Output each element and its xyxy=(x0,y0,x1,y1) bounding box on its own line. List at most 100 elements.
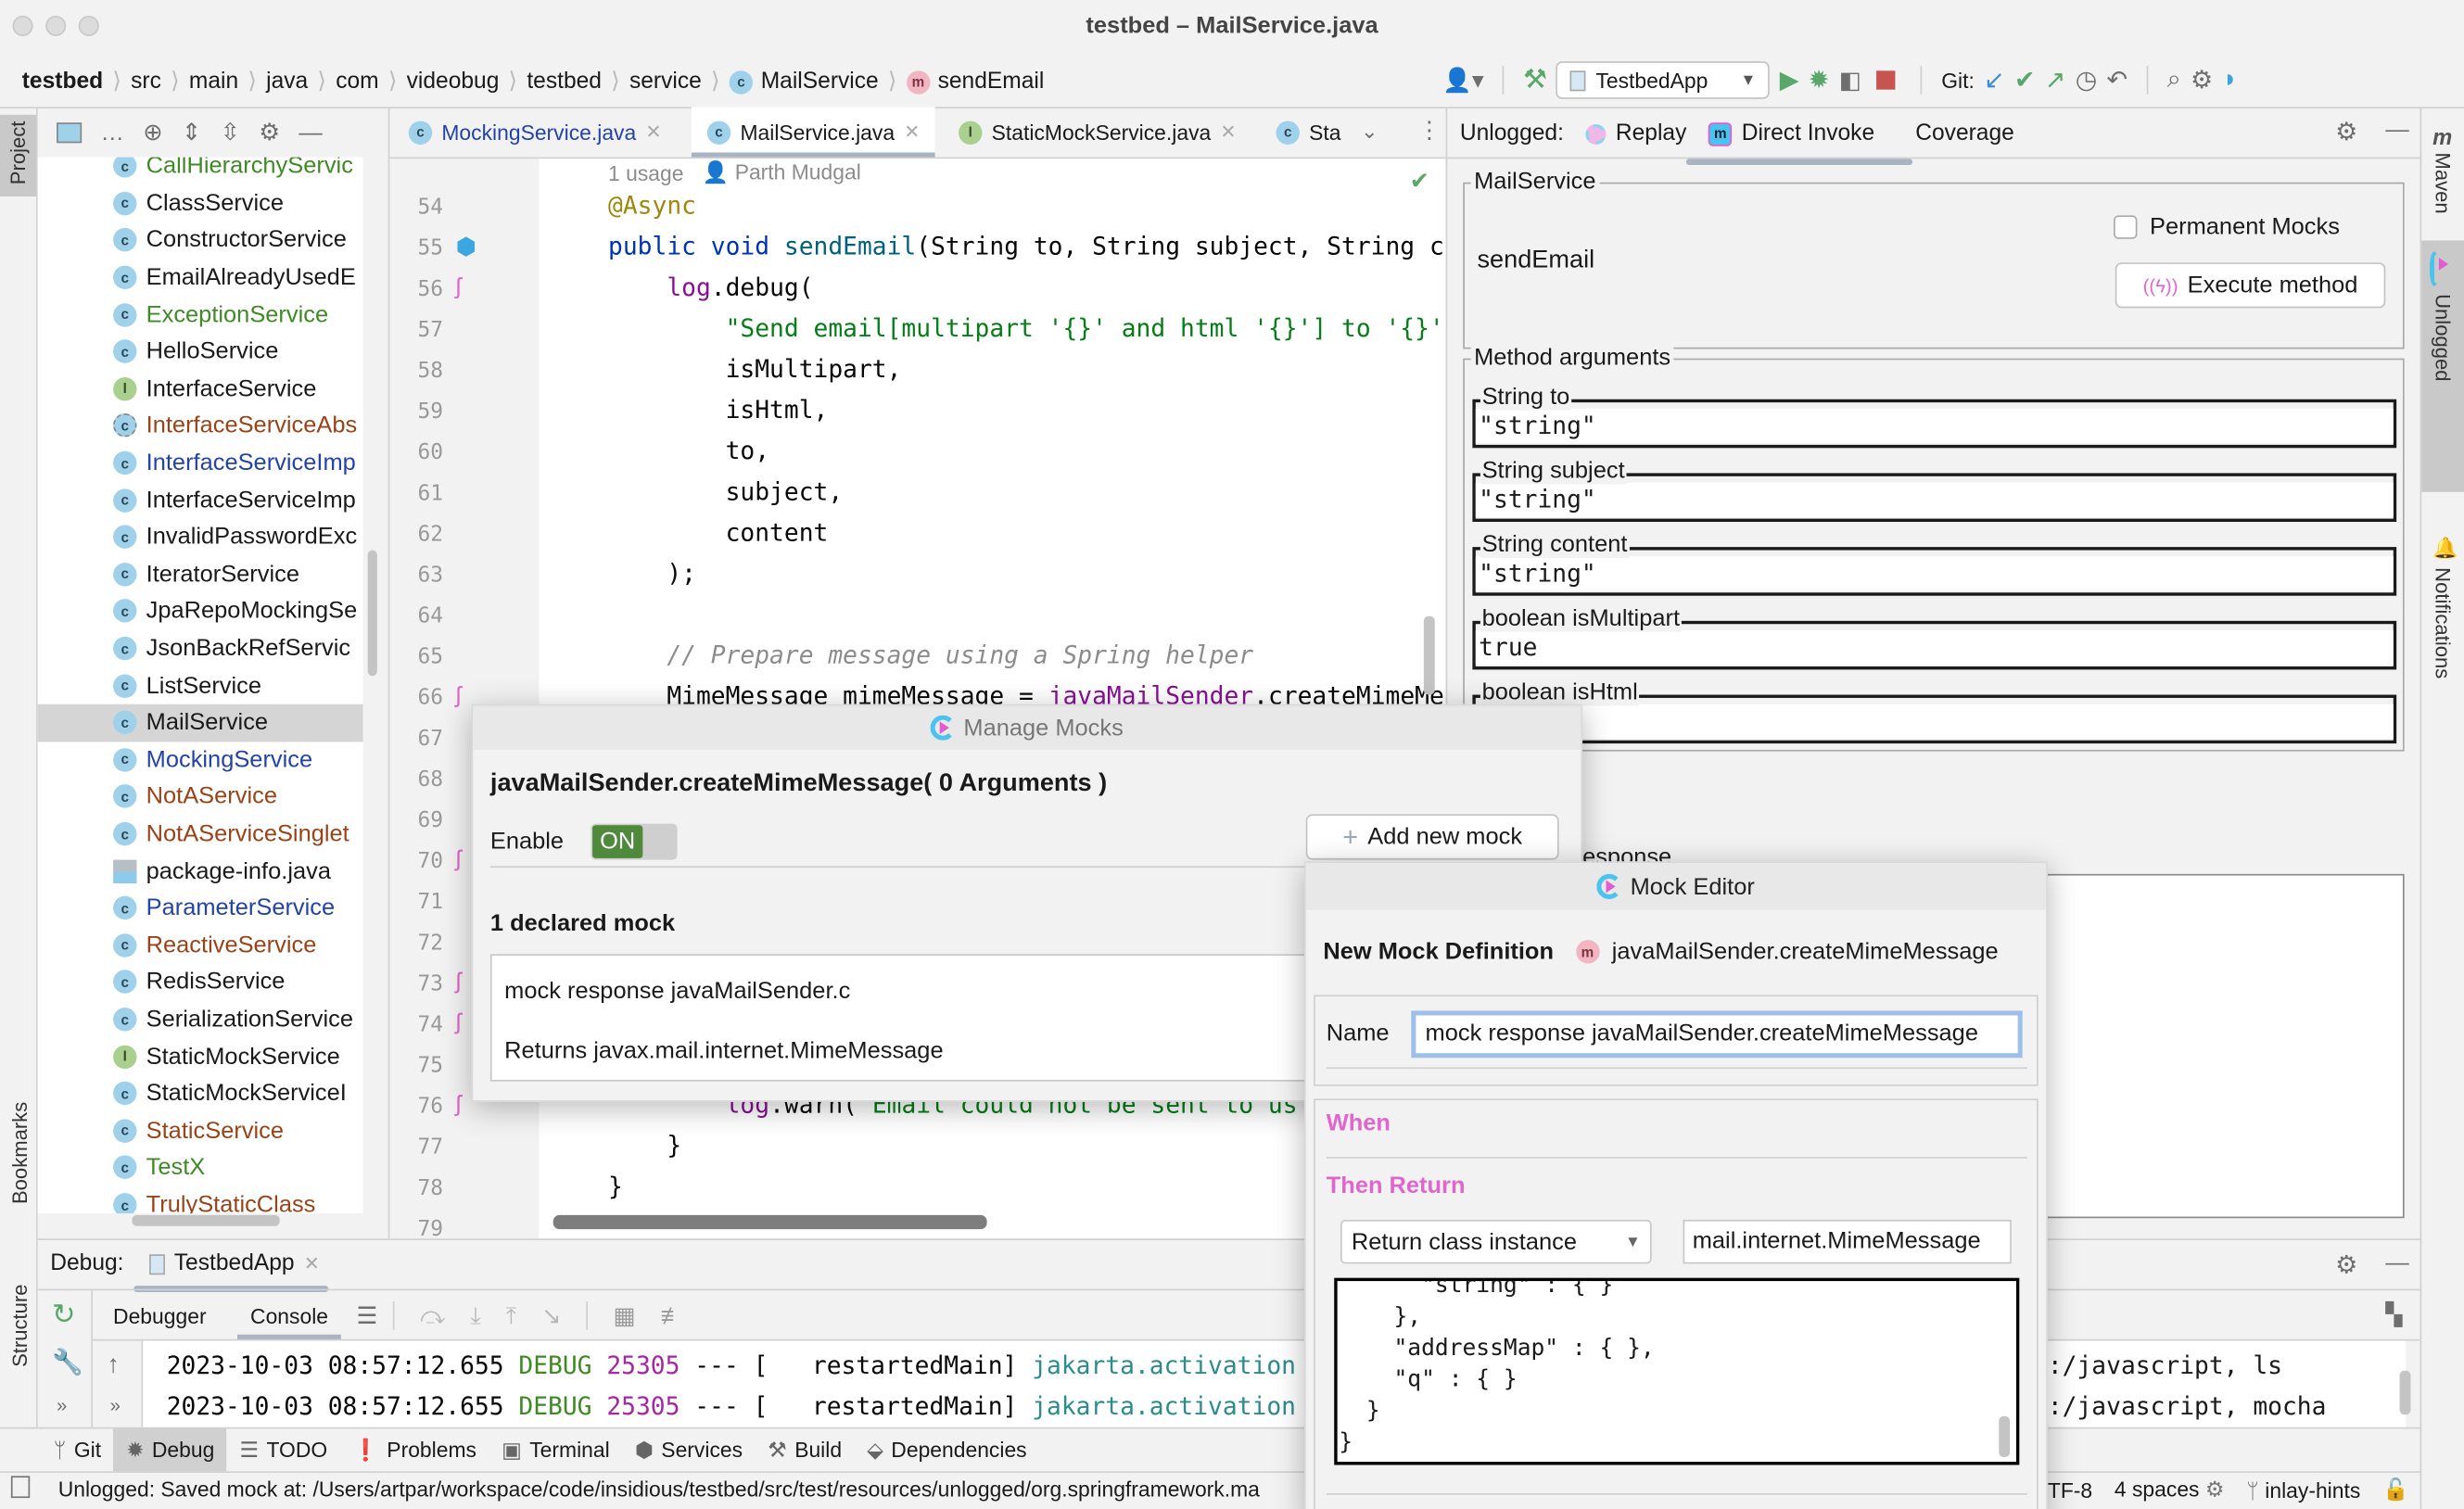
step-out-icon[interactable]: ⤒ xyxy=(506,1302,516,1329)
tree-item[interactable]: c MockingService xyxy=(113,742,363,779)
lock-icon[interactable]: 🔓 xyxy=(2382,1477,2409,1503)
tree-item[interactable]: c HelloService xyxy=(113,334,363,371)
gear-icon[interactable]: ⚙ xyxy=(259,118,280,146)
unlogged-probe-icon[interactable]: ʃ xyxy=(456,969,462,995)
notifications-tool-button[interactable]: Notifications xyxy=(2431,567,2454,678)
tab-replay[interactable]: Replay xyxy=(1585,121,1686,146)
more-vertical-icon[interactable]: ⋮ xyxy=(1417,116,1441,145)
rollback-icon[interactable]: ↶ xyxy=(2107,65,2128,96)
minimize-icon[interactable]: — xyxy=(2385,1249,2408,1276)
maven-tool-button[interactable]: Maven xyxy=(2431,152,2454,213)
locate-icon[interactable]: ⊕ xyxy=(143,118,162,146)
json-scrollbar[interactable] xyxy=(1999,1415,2011,1458)
project-view-icon[interactable] xyxy=(57,121,83,143)
gear-icon[interactable]: ⚙ xyxy=(2335,116,2357,147)
threads-icon[interactable]: ☰ xyxy=(357,1301,378,1330)
tab-direct-invoke[interactable]: m Direct Invoke xyxy=(1686,121,1912,166)
tree-item[interactable]: c NotAServiceSinglet xyxy=(113,816,363,853)
argument-value-input[interactable] xyxy=(1475,704,2394,740)
up-arrow-icon[interactable]: ↑ xyxy=(107,1351,120,1380)
debug-bug-icon[interactable]: ✹ xyxy=(1809,65,1830,96)
run-to-cursor-icon[interactable]: ↘ xyxy=(541,1301,561,1330)
tool-window-debug[interactable]: ✹ Debug xyxy=(113,1428,227,1472)
tab-coverage[interactable]: Coverage xyxy=(1915,121,2014,146)
argument-value-input[interactable]: true xyxy=(1475,630,2394,666)
tree-vertical-scrollbar[interactable] xyxy=(367,550,377,677)
execute-method-button[interactable]: ((ϟ)) Execute method xyxy=(2115,262,2386,309)
popup-title-bar[interactable]: Mock Editor xyxy=(1305,862,2047,910)
step-over-icon[interactable]: ⤼ xyxy=(420,1302,445,1329)
jetbrains-logo-icon[interactable]: ◗ xyxy=(2223,66,2238,95)
close-icon[interactable]: ✕ xyxy=(304,1253,320,1275)
tree-item[interactable]: c IteratorService xyxy=(113,556,363,593)
code-vision-inlay[interactable]: 1 usage 👤 Parth Mudgal xyxy=(608,159,861,187)
user-icon[interactable]: 👤▾ xyxy=(1442,66,1483,95)
search-icon[interactable]: ⌕ xyxy=(2167,66,2181,95)
tool-window-problems[interactable]: ❗ Problems xyxy=(340,1428,489,1472)
tree-item[interactable]: c ClassService xyxy=(113,184,363,222)
minimize-icon[interactable]: — xyxy=(2385,116,2408,143)
unlogged-probe-icon[interactable]: ʃ xyxy=(456,1091,462,1118)
indent-widget[interactable]: 4 spaces ⚙ xyxy=(2115,1477,2225,1503)
layout-icon[interactable]: ▚ xyxy=(2385,1301,2402,1328)
tree-item[interactable]: c TrulyStaticClass xyxy=(113,1186,363,1214)
tree-item[interactable]: c InterfaceServiceImp xyxy=(113,445,363,482)
unlogged-probe-icon[interactable]: ʃ xyxy=(456,1009,462,1036)
tree-item[interactable]: c SerializationService xyxy=(113,1001,363,1038)
breadcrumb-item[interactable]: testbed xyxy=(527,70,602,95)
breadcrumb-item[interactable]: testbed xyxy=(22,70,103,95)
more-actions-icon[interactable]: » xyxy=(57,1394,67,1416)
more-actions-icon[interactable]: » xyxy=(110,1394,121,1416)
tab-console[interactable]: Console xyxy=(237,1294,341,1341)
add-new-mock-button[interactable]: + Add new mock xyxy=(1305,814,1559,860)
unlogged-probe-icon[interactable]: ʃ xyxy=(456,682,462,709)
debug-session-tab[interactable]: TestbedApp ✕ xyxy=(133,1251,330,1292)
tool-window-services[interactable]: ⬢ Services xyxy=(622,1428,755,1472)
tree-horizontal-scrollbar[interactable] xyxy=(132,1214,280,1226)
unlogged-probe-icon[interactable]: ʃ xyxy=(456,845,462,872)
breadcrumb-item[interactable]: service xyxy=(629,70,702,95)
breadcrumb-item[interactable]: main xyxy=(189,70,238,95)
rerun-icon[interactable]: ↻ xyxy=(52,1299,76,1332)
console-scrollbar[interactable] xyxy=(2399,1370,2411,1415)
history-icon[interactable]: ◷ xyxy=(2076,65,2098,96)
usages-hint[interactable]: 1 usage xyxy=(608,161,683,184)
unlogged-probe-icon[interactable]: ʃ xyxy=(456,273,462,300)
gear-icon[interactable]: ⚙ xyxy=(2335,1249,2357,1281)
breadcrumb-item[interactable]: java xyxy=(266,70,308,95)
return-type-select[interactable]: Return class instance ▼ xyxy=(1340,1219,1652,1264)
collapse-all-icon[interactable]: ⇳ xyxy=(221,118,240,146)
bookmarks-tool-button[interactable]: Bookmarks xyxy=(7,1102,31,1204)
breadcrumb-item[interactable]: src xyxy=(131,70,161,95)
structure-tool-button[interactable]: Structure xyxy=(7,1284,31,1366)
run-config-select[interactable]: TestbedApp ▼ xyxy=(1556,61,1771,99)
wrench-icon[interactable]: 🔧 xyxy=(52,1347,83,1378)
tool-window-build[interactable]: ⚒ Build xyxy=(756,1428,855,1472)
tree-item[interactable]: c CallHierarchyServic xyxy=(113,157,363,185)
close-icon[interactable]: ✕ xyxy=(1220,121,1236,144)
tree-item[interactable]: c ReactiveService xyxy=(113,927,363,964)
step-into-icon[interactable]: ⤓ xyxy=(470,1302,480,1329)
build-hammer-icon[interactable]: ⚒ xyxy=(1523,65,1547,96)
editor-tab[interactable]: c Sta xyxy=(1261,107,1357,157)
gear-icon[interactable]: ⚙ xyxy=(2191,65,2213,96)
editor-vertical-scrollbar[interactable] xyxy=(1423,615,1435,695)
tree-item[interactable]: c JpaRepoMockingSe xyxy=(113,593,363,630)
enable-toggle[interactable]: ON xyxy=(591,823,678,860)
tree-item[interactable]: c JsonBackRefServic xyxy=(113,630,363,667)
minimize-icon[interactable]: — xyxy=(298,119,322,146)
editor-tab[interactable]: I StaticMockService.java ✕ xyxy=(943,107,1251,157)
git-commit-icon[interactable]: ✔ xyxy=(2014,65,2036,96)
argument-value-input[interactable]: "string" xyxy=(1475,408,2394,444)
unlogged-tool-button[interactable]: Unlogged xyxy=(2421,240,2464,492)
interface-impl-icon[interactable]: ⬢ xyxy=(456,233,476,261)
argument-value-input[interactable]: "string" xyxy=(1475,556,2394,591)
tree-item[interactable]: c ParameterService xyxy=(113,890,363,927)
tree-item[interactable]: c ExceptionService xyxy=(113,296,363,333)
tool-window-git[interactable]: ᛘ Git xyxy=(41,1428,114,1472)
tool-window-terminal[interactable]: ▣ Terminal xyxy=(489,1428,623,1472)
tree-item[interactable]: I StaticMockService xyxy=(113,1038,363,1075)
tree-item[interactable]: c InvalidPasswordExc xyxy=(113,519,363,556)
trace-icon[interactable]: ≢ xyxy=(661,1302,684,1329)
tree-item[interactable]: c RedisService xyxy=(113,964,363,1001)
